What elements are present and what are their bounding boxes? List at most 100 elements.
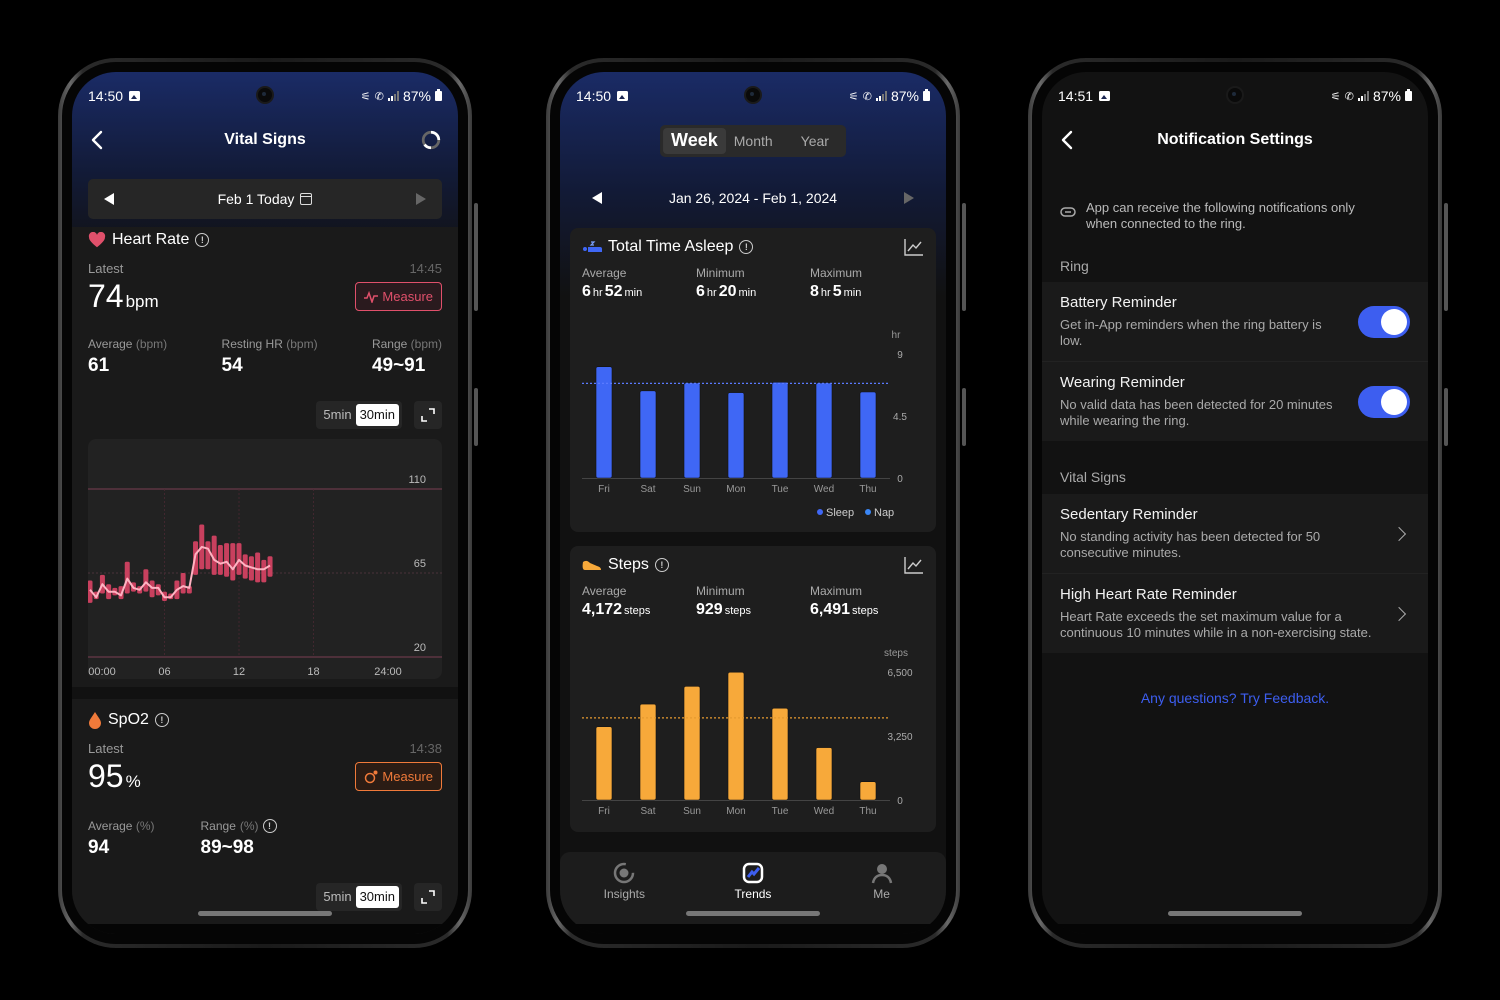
droplet-icon bbox=[89, 712, 101, 729]
ring-icon bbox=[1060, 207, 1076, 217]
spo2-chart-controls: 5min 30min bbox=[88, 883, 442, 911]
next-week-button[interactable] bbox=[904, 192, 914, 204]
x-tick-label: 18 bbox=[307, 666, 319, 678]
next-day-button[interactable] bbox=[416, 193, 426, 205]
heart-rate-card: Heart Rate ! Latest 14:45 74 bpm Measure … bbox=[72, 227, 458, 687]
x-tick-label: 24:00 bbox=[374, 666, 402, 678]
y-tick-label: 9 bbox=[897, 350, 903, 361]
battery-reminder-toggle[interactable] bbox=[1358, 305, 1410, 338]
info-icon[interactable]: ! bbox=[262, 819, 277, 833]
interval-30min[interactable]: 30min bbox=[355, 404, 399, 426]
x-tick-label: Tue bbox=[772, 806, 789, 817]
measure-spo2-button[interactable]: Measure bbox=[355, 762, 442, 791]
battery-icon bbox=[435, 89, 442, 101]
top-navbar: Notification Settings bbox=[1042, 120, 1428, 160]
power-button bbox=[1444, 388, 1448, 446]
tab-month[interactable]: Month bbox=[726, 128, 781, 154]
bar-mon bbox=[727, 671, 745, 801]
expand-chart-button[interactable] bbox=[414, 401, 442, 429]
status-time: 14:50 bbox=[576, 88, 612, 104]
steps-average: Average 4,172 steps bbox=[582, 584, 651, 618]
group-ring: Battery Reminder Get in-App reminders whe… bbox=[1042, 282, 1428, 441]
trends-icon bbox=[742, 862, 764, 883]
y-tick-label: 4.5 bbox=[893, 412, 907, 423]
expand-icon bbox=[421, 890, 435, 904]
sleep-chart: hr 0 4.5 9 Fri Sat Sun Mon Tue Wed Thu Sleep Nap bbox=[582, 330, 907, 519]
battery-percent: 87% bbox=[402, 88, 431, 104]
y-tick-label: 0 bbox=[897, 474, 903, 485]
sync-icon[interactable] bbox=[420, 129, 442, 151]
interval-5min[interactable]: 5min bbox=[319, 886, 355, 908]
spo2-title: SpO2 bbox=[108, 711, 149, 728]
bar-sun bbox=[683, 686, 701, 801]
tab-me[interactable]: Me bbox=[842, 862, 922, 901]
tab-week[interactable]: Week bbox=[663, 128, 726, 154]
chart-trend-icon[interactable] bbox=[904, 556, 924, 574]
heart-rate-value: 74 bpm bbox=[88, 278, 159, 314]
bar-mon bbox=[727, 392, 745, 479]
x-tick-label: Mon bbox=[726, 484, 745, 495]
tab-year[interactable]: Year bbox=[781, 128, 843, 154]
chart-trend-icon[interactable] bbox=[904, 238, 924, 256]
back-arrow-icon[interactable] bbox=[1056, 128, 1080, 152]
x-tick-label: 12 bbox=[233, 666, 245, 678]
measure-heart-rate-button[interactable]: Measure bbox=[355, 282, 442, 311]
legend-nap-label: Nap bbox=[874, 507, 894, 519]
gallery-notification-icon bbox=[129, 91, 141, 101]
group-label-vital-signs: Vital Signs bbox=[1060, 469, 1126, 485]
setting-high-heart-rate-reminder[interactable]: High Heart Rate Reminder Heart Rate excee… bbox=[1042, 574, 1428, 653]
power-button bbox=[962, 388, 966, 446]
prev-week-button[interactable] bbox=[592, 192, 602, 204]
interval-30min[interactable]: 30min bbox=[355, 886, 399, 908]
tab-insights[interactable]: Insights bbox=[584, 862, 664, 901]
back-arrow-icon[interactable] bbox=[86, 128, 110, 152]
x-tick-label: Sun bbox=[683, 806, 701, 817]
heart-rate-header: Heart Rate ! bbox=[88, 231, 442, 249]
phone-notification-settings: 14:51 ⚟ ✆ 87% Notification Settings App … bbox=[1028, 58, 1448, 948]
sleep-header: Total Time Asleep ! bbox=[582, 238, 754, 256]
wifi-icon: ⚟ bbox=[1330, 90, 1341, 103]
prev-day-button[interactable] bbox=[104, 193, 114, 205]
hr-range-bar bbox=[224, 543, 230, 577]
date-range-selector: Jan 26, 2024 - Feb 1, 2024 bbox=[576, 178, 930, 218]
home-indicator[interactable] bbox=[198, 911, 332, 916]
y-tick-label: 6,500 bbox=[887, 668, 912, 679]
home-indicator[interactable] bbox=[686, 911, 820, 916]
info-icon[interactable]: ! bbox=[154, 713, 169, 727]
steps-card: Steps ! Average 4,172 steps Minimum 929 step… bbox=[570, 546, 936, 832]
setting-sedentary-reminder[interactable]: Sedentary Reminder No standing activity h… bbox=[1042, 494, 1428, 574]
steps-minimum: Minimum 929 steps bbox=[696, 584, 751, 618]
interval-toggle: 5min 30min bbox=[316, 401, 402, 429]
x-tick-label: Thu bbox=[859, 806, 876, 817]
calendar-icon[interactable] bbox=[300, 193, 313, 205]
tab-trends[interactable]: Trends bbox=[713, 862, 793, 901]
wifi-call-icon: ✆ bbox=[374, 90, 384, 103]
setting-battery-reminder[interactable]: Battery Reminder Get in-App reminders whe… bbox=[1042, 282, 1428, 362]
heart-rate-stats: Average (bpm) 61 Resting HR (bpm) 54 Range… bbox=[88, 337, 442, 377]
expand-chart-button[interactable] bbox=[414, 883, 442, 911]
interval-5min[interactable]: 5min bbox=[319, 404, 355, 426]
wearing-reminder-toggle[interactable] bbox=[1358, 385, 1410, 418]
page-title: Notification Settings bbox=[1157, 131, 1313, 148]
date-label[interactable]: Feb 1 Today bbox=[218, 191, 295, 207]
bottom-strip bbox=[560, 924, 946, 934]
info-icon[interactable]: ! bbox=[654, 558, 669, 572]
person-icon bbox=[871, 863, 892, 883]
bar-sat bbox=[639, 390, 657, 479]
feedback-link[interactable]: Any questions? Try Feedback. bbox=[1042, 690, 1428, 706]
page-title: Vital Signs bbox=[224, 131, 306, 148]
top-navbar: Vital Signs bbox=[72, 120, 458, 160]
volume-button bbox=[1444, 203, 1448, 311]
x-tick-label: Sat bbox=[640, 806, 655, 817]
card-divider bbox=[72, 687, 458, 699]
info-icon[interactable]: ! bbox=[739, 240, 754, 254]
battery-percent: 87% bbox=[890, 88, 919, 104]
signal-icon bbox=[387, 91, 399, 101]
x-tick-label: Fri bbox=[598, 484, 610, 495]
y-tick-label: 20 bbox=[414, 642, 426, 654]
setting-wearing-reminder[interactable]: Wearing Reminder No valid data has been d… bbox=[1042, 362, 1428, 441]
info-icon[interactable]: ! bbox=[195, 233, 210, 247]
y-tick-label: 65 bbox=[414, 558, 426, 570]
home-indicator[interactable] bbox=[1168, 911, 1302, 916]
battery-icon bbox=[923, 89, 930, 101]
